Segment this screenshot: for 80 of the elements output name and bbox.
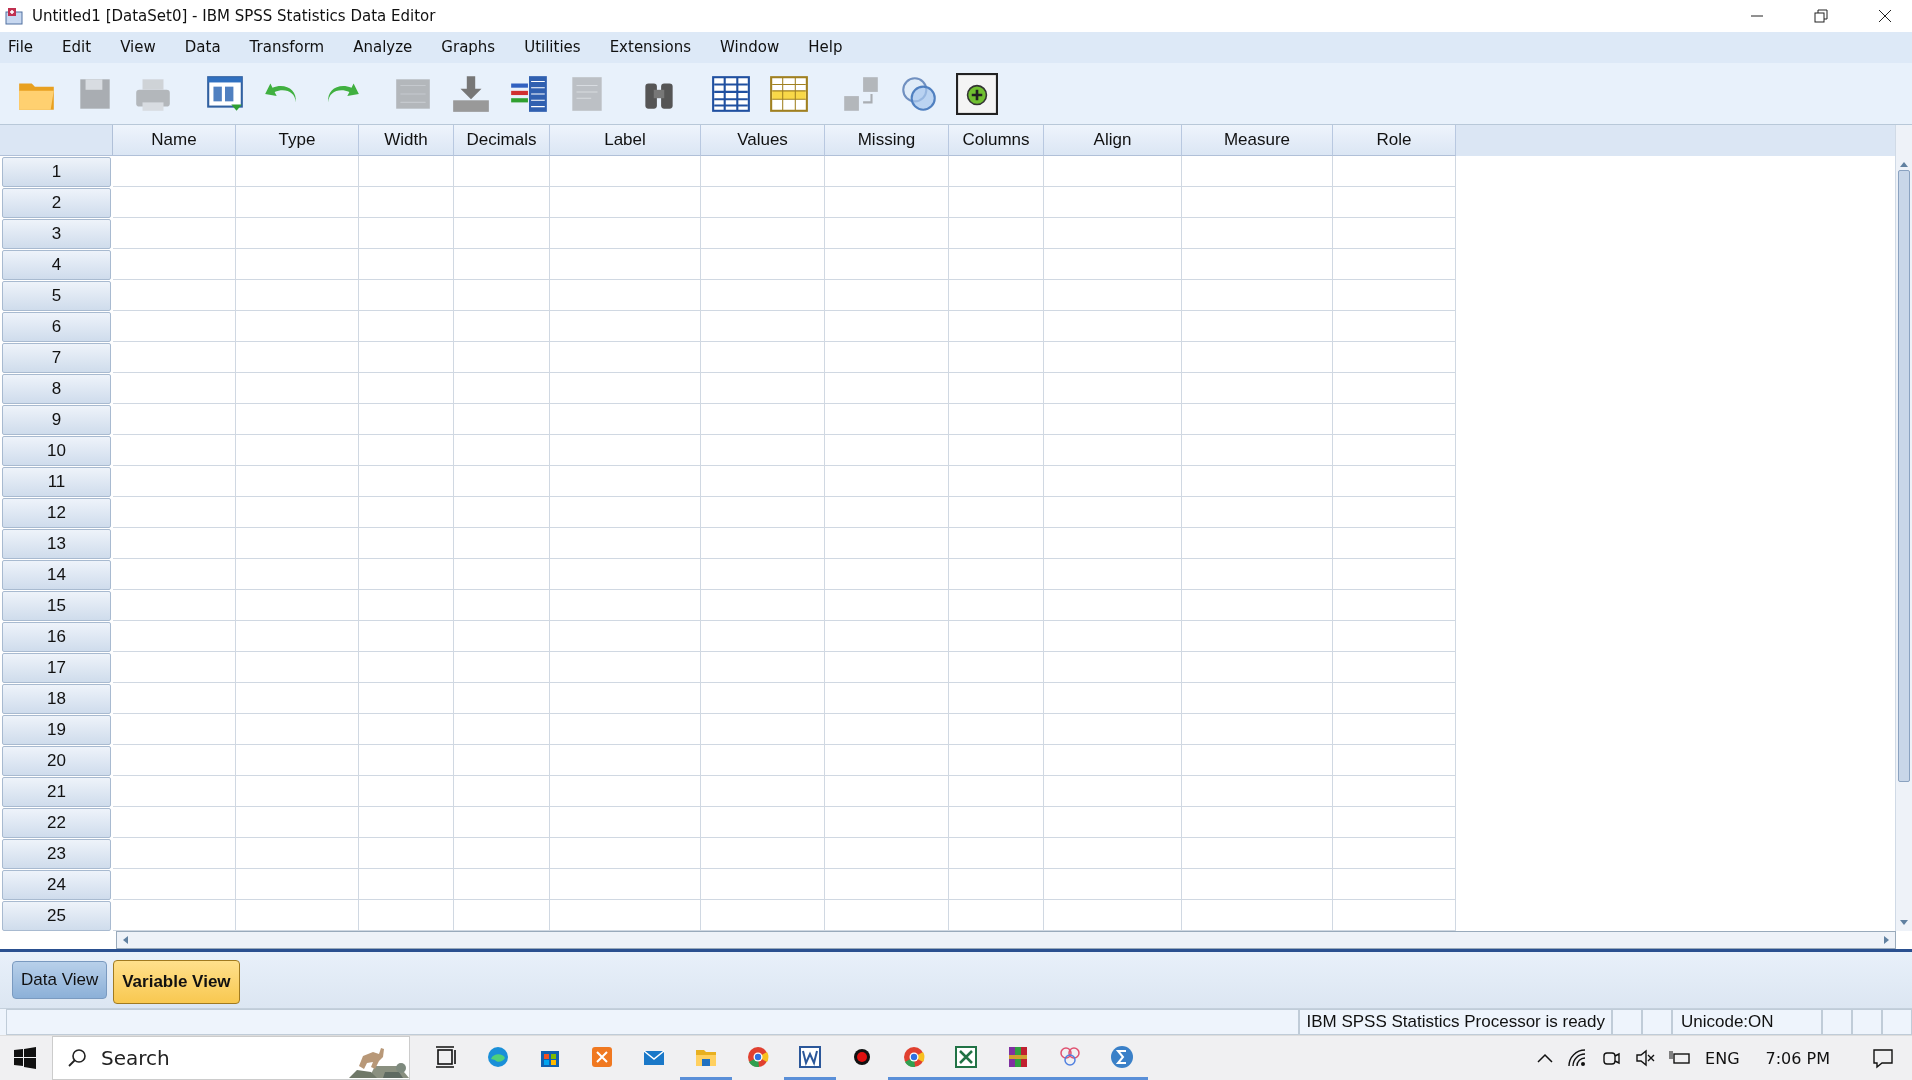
view-tab[interactable]: Data View xyxy=(12,961,108,1000)
row-header[interactable]: 6 xyxy=(2,312,111,343)
menu-item[interactable]: Graphs xyxy=(439,38,507,57)
horizontal-scrollbar[interactable] xyxy=(116,931,1896,950)
window-title: Untitled1 [DataSet0] - IBM SPSS Statistics Data Editor xyxy=(32,6,436,25)
column-header[interactable]: Align xyxy=(1044,125,1182,157)
menu-item[interactable]: Window xyxy=(718,38,791,57)
search-bar[interactable]: Search xyxy=(52,1036,410,1080)
status-message: IBM SPSS Statistics Processor is ready xyxy=(1299,1009,1612,1035)
row-header[interactable]: 1 xyxy=(2,157,111,188)
row-header[interactable]: 25 xyxy=(2,901,111,932)
vertical-scrollbar[interactable] xyxy=(1895,125,1912,932)
row-header[interactable]: 2 xyxy=(2,188,111,219)
row-header[interactable]: 11 xyxy=(2,467,111,498)
language-indicator[interactable]: ENG xyxy=(1705,1048,1740,1068)
row-header[interactable]: 4 xyxy=(2,250,111,281)
sigma-icon[interactable] xyxy=(1110,1044,1134,1069)
flower-outline-icon[interactable] xyxy=(1058,1044,1082,1069)
clock[interactable]: 7:06 PM xyxy=(1765,1048,1830,1068)
task-view-icon[interactable] xyxy=(434,1044,458,1069)
column-header[interactable]: Values xyxy=(701,125,825,157)
spreadsheet-app-icon[interactable] xyxy=(954,1044,978,1069)
chevron-up-icon[interactable] xyxy=(1537,1053,1554,1063)
encoding-status: Unicode:ON xyxy=(1672,1009,1822,1035)
column-header[interactable]: Measure xyxy=(1182,125,1333,157)
restore-icon[interactable] xyxy=(1814,8,1828,23)
column-header[interactable]: Label xyxy=(550,125,701,157)
row-header[interactable]: 19 xyxy=(2,715,111,746)
row-header[interactable]: 10 xyxy=(2,436,111,467)
menu-item[interactable]: Extensions xyxy=(607,38,703,57)
row-header[interactable]: 13 xyxy=(2,529,111,560)
row-header[interactable]: 23 xyxy=(2,839,111,870)
row-header[interactable]: 18 xyxy=(2,684,111,715)
row-header[interactable]: 20 xyxy=(2,746,111,777)
row-header[interactable]: 15 xyxy=(2,591,111,622)
row-header[interactable]: 24 xyxy=(2,870,111,901)
column-header[interactable]: Name xyxy=(113,125,236,157)
menu-item[interactable]: Data xyxy=(182,38,232,57)
notification-icon[interactable] xyxy=(1872,1047,1894,1069)
row-header[interactable]: 8 xyxy=(2,374,111,405)
column-header[interactable]: Missing xyxy=(825,125,949,157)
menu-item[interactable]: Utilities xyxy=(522,38,592,57)
column-header[interactable]: Role xyxy=(1333,125,1456,157)
scroll-left-icon[interactable] xyxy=(121,935,129,946)
search-icon xyxy=(67,1048,87,1068)
stacked-books-icon[interactable] xyxy=(1006,1044,1030,1069)
menu-item[interactable]: Help xyxy=(806,38,854,57)
column-header[interactable]: Decimals xyxy=(454,125,550,157)
close-icon[interactable] xyxy=(1878,8,1892,23)
row-header[interactable]: 17 xyxy=(2,653,111,684)
browser-circle-icon[interactable] xyxy=(902,1044,926,1069)
row-header[interactable]: 21 xyxy=(2,777,111,808)
row-header[interactable]: 22 xyxy=(2,808,111,839)
muted-speaker-icon[interactable] xyxy=(1635,1048,1656,1068)
row-header[interactable]: 16 xyxy=(2,622,111,653)
row-header[interactable]: 12 xyxy=(2,498,111,529)
column-header[interactable]: Width xyxy=(359,125,454,157)
view-tab[interactable]: Variable View xyxy=(113,960,240,1005)
menu-item[interactable]: Transform xyxy=(247,38,336,57)
crossed-square-icon[interactable] xyxy=(590,1044,614,1069)
start-icon[interactable] xyxy=(14,1047,36,1069)
word-document-icon[interactable] xyxy=(798,1044,822,1069)
browser-circle-icon[interactable] xyxy=(746,1044,770,1069)
menu-item[interactable]: Edit xyxy=(60,38,103,57)
app-logo-icon xyxy=(4,5,24,26)
row-header[interactable]: 5 xyxy=(2,281,111,312)
row-header[interactable]: 3 xyxy=(2,219,111,250)
column-header[interactable]: Type xyxy=(236,125,359,157)
browser-swirl-icon[interactable] xyxy=(486,1044,510,1069)
menu-item[interactable]: View xyxy=(118,38,167,57)
row-header[interactable]: 14 xyxy=(2,560,111,591)
row-header[interactable]: 9 xyxy=(2,405,111,436)
column-header[interactable]: Columns xyxy=(949,125,1044,157)
scroll-right-icon[interactable] xyxy=(1883,935,1891,946)
row-header[interactable]: 7 xyxy=(2,343,111,374)
scroll-thumb[interactable] xyxy=(1898,170,1910,783)
menu-item[interactable]: File xyxy=(6,38,45,57)
search-field[interactable]: Search xyxy=(99,1045,303,1071)
menu-item[interactable]: Analyze xyxy=(351,38,424,57)
wifi-icon[interactable] xyxy=(1567,1048,1588,1068)
